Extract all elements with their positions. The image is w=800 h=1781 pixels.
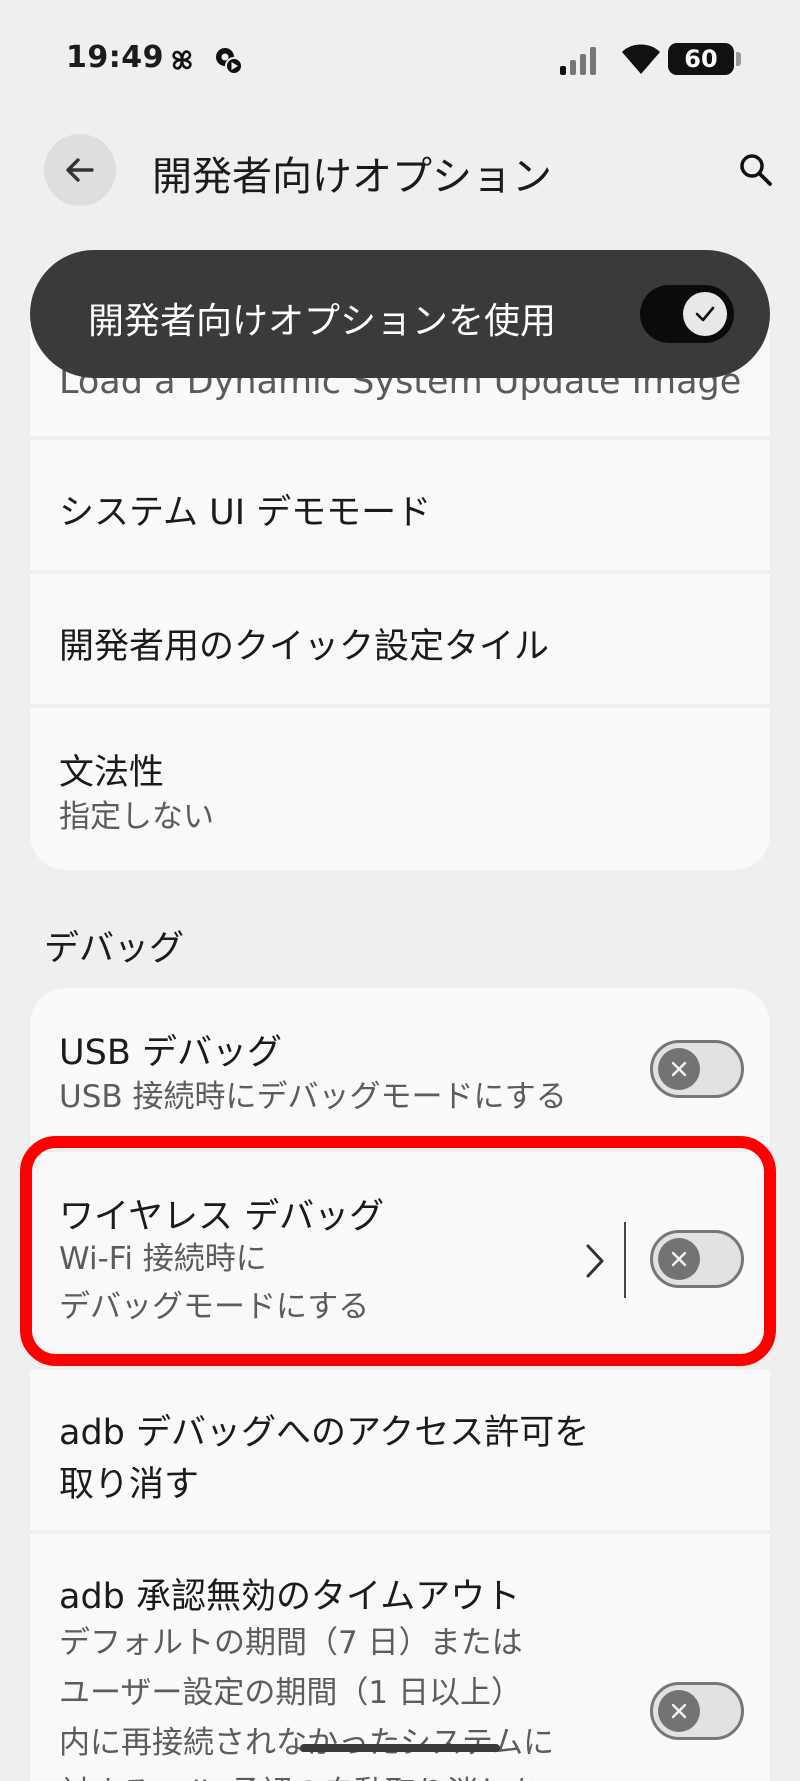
list-item-subtitle-line1: Wi-Fi 接続時に	[59, 1241, 267, 1277]
page-title: 開発者向けオプション	[152, 154, 552, 200]
list-item-subtitle-line2: デバッグモードにする	[59, 1289, 370, 1325]
pinwheel-icon	[172, 50, 192, 70]
gesture-nav-handle[interactable]	[300, 1744, 500, 1752]
list-item-quick-settings-tiles[interactable]: 開発者用のクイック設定タイル	[30, 574, 770, 704]
list-item-subtitle-line2: ユーザー設定の期間（1 日以上）	[59, 1675, 522, 1711]
status-time: 19:49	[66, 40, 164, 75]
list-item-usb-debugging[interactable]: USB デバッグ USB 接続時にデバッグモードにする	[30, 988, 770, 1148]
list-item-title: ワイヤレス デバッグ	[59, 1197, 385, 1237]
adb-timeout-switch[interactable]	[650, 1682, 744, 1740]
list-item-title: adb 承認無効のタイムアウト	[59, 1577, 521, 1617]
list-item-system-ui-demo[interactable]: システム UI デモモード	[30, 440, 770, 570]
list-item-subtitle: 指定しない	[59, 799, 214, 835]
back-arrow-icon	[66, 158, 94, 182]
chevron-right-icon[interactable]	[582, 1242, 608, 1280]
close-icon	[671, 1251, 687, 1267]
section-header-debug: デバッグ	[44, 929, 185, 969]
app-bar: 開発者向けオプション	[0, 130, 800, 210]
wireless-debugging-switch[interactable]	[650, 1230, 744, 1288]
list-item-title: USB デバッグ	[59, 1033, 282, 1073]
list-item-subtitle-line3: 内に再接続されなかったシステムに	[59, 1725, 555, 1761]
list-item-revoke-adb[interactable]: adb デバッグへのアクセス許可を 取り消す	[30, 1370, 770, 1530]
switch-thumb	[658, 1690, 700, 1732]
battery-icon: 60	[668, 43, 741, 75]
signal-icon	[560, 47, 596, 75]
list-item-title: 開発者用のクイック設定タイル	[59, 627, 550, 667]
switch-thumb	[658, 1238, 700, 1280]
master-toggle-thumb	[683, 292, 727, 336]
wifi-icon	[622, 44, 660, 74]
switch-thumb	[658, 1048, 700, 1090]
close-icon	[671, 1061, 687, 1077]
check-icon	[695, 306, 715, 322]
list-item-title-line1: adb デバッグへのアクセス許可を	[59, 1413, 590, 1453]
list-item-grammatical-gender[interactable]: 文法性 指定しない	[30, 708, 770, 870]
usb-debugging-switch[interactable]	[650, 1040, 744, 1098]
master-switch-label: 開発者向けオプションを使用	[88, 301, 557, 342]
developer-options-master-switch[interactable]: 開発者向けオプションを使用	[30, 250, 770, 378]
list-item-subtitle-line4: 対する adb 承認の自動取り消しを	[59, 1768, 540, 1781]
vertical-divider	[624, 1222, 626, 1298]
list-item-subtitle-line1: デフォルトの期間（7 日）または	[59, 1625, 523, 1661]
back-button[interactable]	[44, 134, 116, 206]
list-item-subtitle: USB 接続時にデバッグモードにする	[59, 1079, 567, 1115]
master-toggle[interactable]	[640, 285, 734, 343]
search-icon	[740, 154, 772, 186]
list-item-title: 文法性	[59, 753, 165, 793]
list-item-title-line2: 取り消す	[59, 1465, 200, 1505]
search-button[interactable]	[732, 146, 780, 194]
status-bar: 19:49 60	[0, 0, 800, 120]
close-icon	[671, 1703, 687, 1719]
list-item-title: システム UI デモモード	[59, 493, 432, 533]
gear-notification-icon	[216, 48, 243, 75]
list-item-wireless-debugging[interactable]: ワイヤレス デバッグ Wi-Fi 接続時に デバッグモードにする	[30, 1152, 770, 1352]
